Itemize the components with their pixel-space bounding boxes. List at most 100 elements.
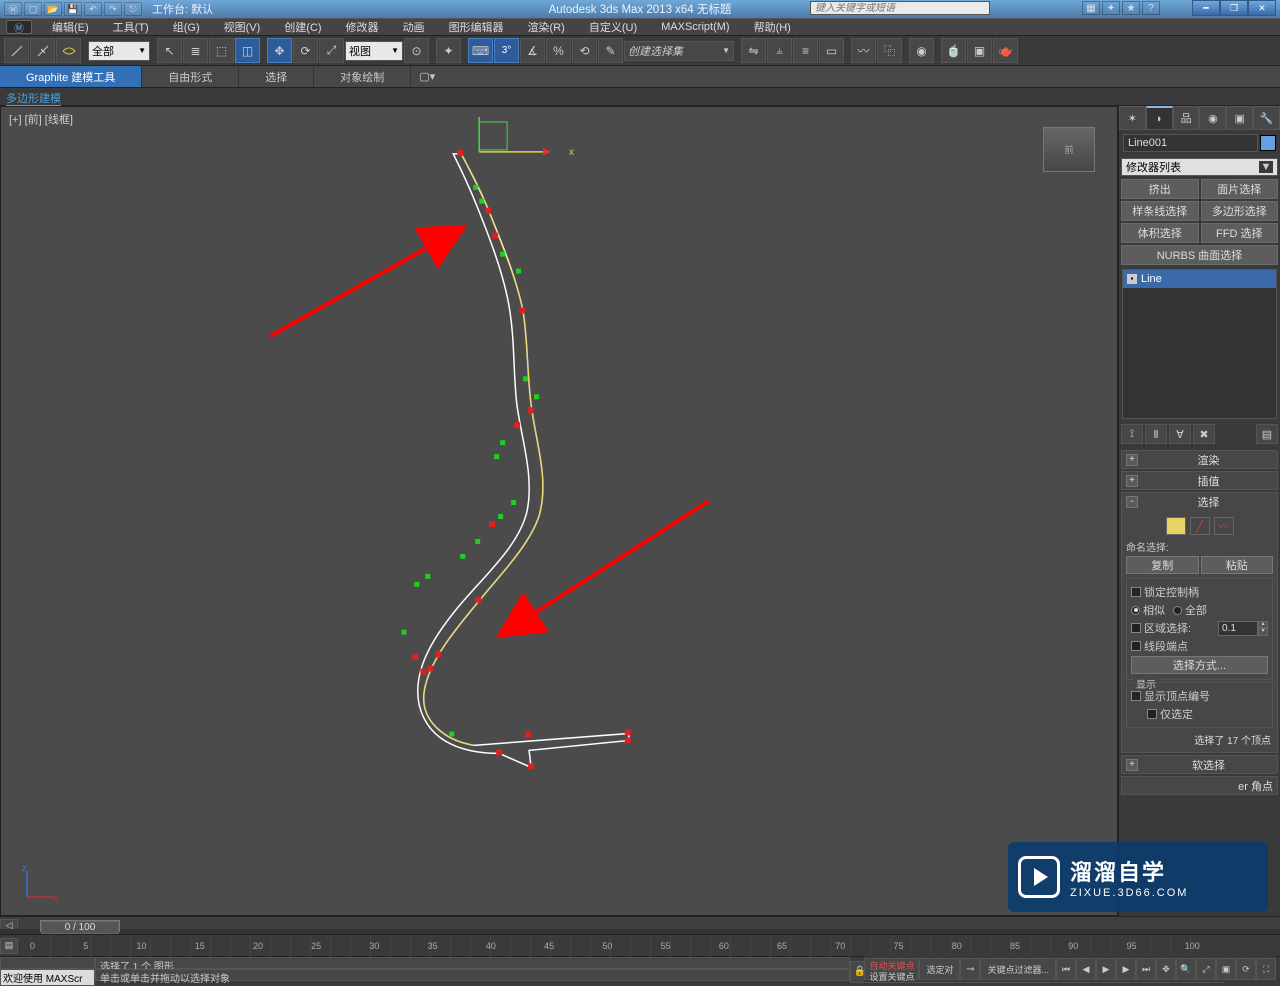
subobj-vertex-icon[interactable]: ∴ xyxy=(1166,517,1186,535)
sel-lock-label[interactable]: 选定对 xyxy=(919,958,960,980)
viewport[interactable]: [+] [前] [线框] 前 x xyxy=(0,106,1118,916)
qat-new-icon[interactable]: ▢ xyxy=(24,2,42,16)
show-end-result-icon[interactable]: Ⅱ xyxy=(1145,424,1167,444)
percent-snap-icon[interactable]: % xyxy=(546,38,571,63)
zoom-all-icon[interactable]: ⤢ xyxy=(1196,958,1216,980)
keyboard-shortcut-toggle[interactable]: ⌨ xyxy=(468,38,493,63)
select-region-icon[interactable]: ⬚ xyxy=(209,38,234,63)
modifier-list-dropdown[interactable]: 修改器列表▼ xyxy=(1121,158,1278,176)
chk-lock-handles[interactable]: 锁定控制柄 xyxy=(1131,584,1268,600)
key-mode-icon[interactable]: ⊸ xyxy=(960,958,980,980)
ribbon-subtab[interactable]: 多边形建模 xyxy=(0,88,1280,106)
tab-create-icon[interactable]: ✶ xyxy=(1119,106,1146,130)
chk-segment-end[interactable]: 线段端点 xyxy=(1131,638,1268,654)
radio-similar[interactable]: 相似 xyxy=(1131,602,1165,618)
pin-stack-icon[interactable]: ⟟ xyxy=(1121,424,1143,444)
ref-coord-dropdown[interactable]: 视图▼ xyxy=(345,41,403,61)
align-icon[interactable]: ⫨ xyxy=(767,38,792,63)
render-frame-icon[interactable]: ▣ xyxy=(967,38,992,63)
chk-area-select[interactable]: 区域选择: 0.1 ▴▾ xyxy=(1131,620,1268,636)
bind-spacewarp-icon[interactable] xyxy=(56,38,81,63)
configure-sets-icon[interactable]: ▤ xyxy=(1256,424,1278,444)
modifier-stack[interactable]: ▪ Line xyxy=(1122,269,1277,419)
btn-copy-sel[interactable]: 复制 xyxy=(1126,556,1199,574)
btn-paste-sel[interactable]: 粘贴 xyxy=(1201,556,1274,574)
menu-edit[interactable]: 编辑(E) xyxy=(40,19,101,35)
subobj-spline-icon[interactable]: 〰 xyxy=(1214,517,1234,535)
orbit-icon[interactable]: ⟳ xyxy=(1236,958,1256,980)
qat-open-icon[interactable]: 📂 xyxy=(44,2,62,16)
tab-modify-icon[interactable]: ◗ xyxy=(1146,106,1173,130)
btn-spline-select[interactable]: 样条线选择 xyxy=(1121,201,1199,221)
btn-extrude[interactable]: 挤出 xyxy=(1121,179,1199,199)
auto-key-button[interactable]: 自动关键点 xyxy=(865,959,918,970)
ribbon-tab-selection[interactable]: 选择 xyxy=(239,66,314,87)
app-menu-button[interactable]: Ⓜ xyxy=(4,2,22,16)
select-by-name-icon[interactable]: ≣ xyxy=(183,38,208,63)
tab-hierarchy-icon[interactable]: 品 xyxy=(1173,106,1200,130)
subscription-icon[interactable]: ▦ xyxy=(1082,1,1100,15)
key-filters-button[interactable]: 关键点过滤器... xyxy=(980,958,1056,980)
track-bar[interactable]: ▤ 0510 152025 303540 455055 606570 75808… xyxy=(0,934,1280,956)
btn-poly-select[interactable]: 多边形选择 xyxy=(1201,201,1279,221)
btn-vol-select[interactable]: 体积选择 xyxy=(1121,223,1199,243)
ribbon-minimize-icon[interactable]: ▢▾ xyxy=(419,66,435,87)
trackbar-open-icon[interactable]: ▤ xyxy=(0,938,18,954)
btn-patch-select[interactable]: 面片选择 xyxy=(1201,179,1279,199)
named-selection-dropdown[interactable]: 创建选择集▼ xyxy=(624,41,734,61)
angle-snap-icon[interactable]: ∡ xyxy=(520,38,545,63)
menu-views[interactable]: 视图(V) xyxy=(212,19,273,35)
make-unique-icon[interactable]: ∀ xyxy=(1169,424,1191,444)
menu-rendering[interactable]: 渲染(R) xyxy=(516,19,577,35)
unlink-icon[interactable] xyxy=(30,38,55,63)
select-scale-icon[interactable]: ⤢ xyxy=(319,38,344,63)
use-center-flyout-icon[interactable]: ⊙ xyxy=(404,38,429,63)
pan-view-icon[interactable]: ✥ xyxy=(1156,958,1176,980)
help-icon[interactable]: ? xyxy=(1142,1,1160,15)
remove-modifier-icon[interactable]: ✖ xyxy=(1193,424,1215,444)
mirror-icon[interactable]: ⇋ xyxy=(741,38,766,63)
select-rotate-icon[interactable]: ⟳ xyxy=(293,38,318,63)
infocenter-search-input[interactable] xyxy=(810,1,990,15)
transform-gizmo[interactable]: x xyxy=(479,117,574,158)
material-editor-icon[interactable]: ◉ xyxy=(909,38,934,63)
object-name-field[interactable]: Line001 xyxy=(1123,134,1258,152)
qat-undo-icon[interactable]: ↶ xyxy=(84,2,102,16)
maximize-button[interactable]: ❐ xyxy=(1220,0,1248,16)
render-setup-icon[interactable]: 🍵 xyxy=(941,38,966,63)
app-logo-icon[interactable]: Ⓜ xyxy=(6,20,32,34)
workspace-label[interactable]: 工作台: 默认 xyxy=(152,1,213,17)
ribbon-tab-freeform[interactable]: 自由形式 xyxy=(142,66,239,87)
btn-nurbs-select[interactable]: NURBS 曲面选择 xyxy=(1121,245,1278,265)
selection-filter-dropdown[interactable]: 全部▼ xyxy=(88,41,150,61)
expand-icon[interactable]: ▪ xyxy=(1127,274,1137,284)
zoom-icon[interactable]: 🔍 xyxy=(1176,958,1196,980)
area-select-spinner[interactable]: 0.1 ▴▾ xyxy=(1218,621,1268,636)
menu-create[interactable]: 创建(C) xyxy=(272,19,333,35)
select-manipulate-icon[interactable]: ✦ xyxy=(436,38,461,63)
goto-start-icon[interactable]: ⏮ xyxy=(1056,958,1076,980)
menu-customize[interactable]: 自定义(U) xyxy=(577,19,649,35)
select-object-icon[interactable]: ↖ xyxy=(157,38,182,63)
tab-motion-icon[interactable]: ◉ xyxy=(1199,106,1226,130)
modifier-stack-item[interactable]: ▪ Line xyxy=(1123,270,1276,288)
render-production-icon[interactable]: 🫖 xyxy=(993,38,1018,63)
btn-select-by[interactable]: 选择方式... xyxy=(1131,656,1268,674)
time-slider[interactable]: ◁ 0 / 100 xyxy=(0,916,1280,934)
layer-manager-icon[interactable]: ≡ xyxy=(793,38,818,63)
menu-maxscript[interactable]: MAXScript(M) xyxy=(649,21,741,33)
goto-end-icon[interactable]: ⏭ xyxy=(1136,958,1156,980)
menu-grapheditors[interactable]: 图形编辑器 xyxy=(437,19,516,35)
qat-save-icon[interactable]: 💾 xyxy=(64,2,82,16)
snap-toggle-icon[interactable]: 3° xyxy=(494,38,519,63)
link-icon[interactable] xyxy=(4,38,29,63)
close-button[interactable]: ✕ xyxy=(1248,0,1276,16)
object-color-swatch[interactable] xyxy=(1260,135,1276,151)
tab-utilities-icon[interactable]: 🔧 xyxy=(1253,106,1280,130)
play-icon[interactable]: ▶ xyxy=(1096,958,1116,980)
menu-help[interactable]: 帮助(H) xyxy=(742,19,803,35)
time-slider-thumb[interactable]: 0 / 100 xyxy=(40,920,120,932)
maximize-viewport-icon[interactable]: ⛶ xyxy=(1256,958,1276,980)
minimize-button[interactable]: ━ xyxy=(1192,0,1220,16)
set-key-button[interactable]: 设置关键点 xyxy=(865,970,918,981)
